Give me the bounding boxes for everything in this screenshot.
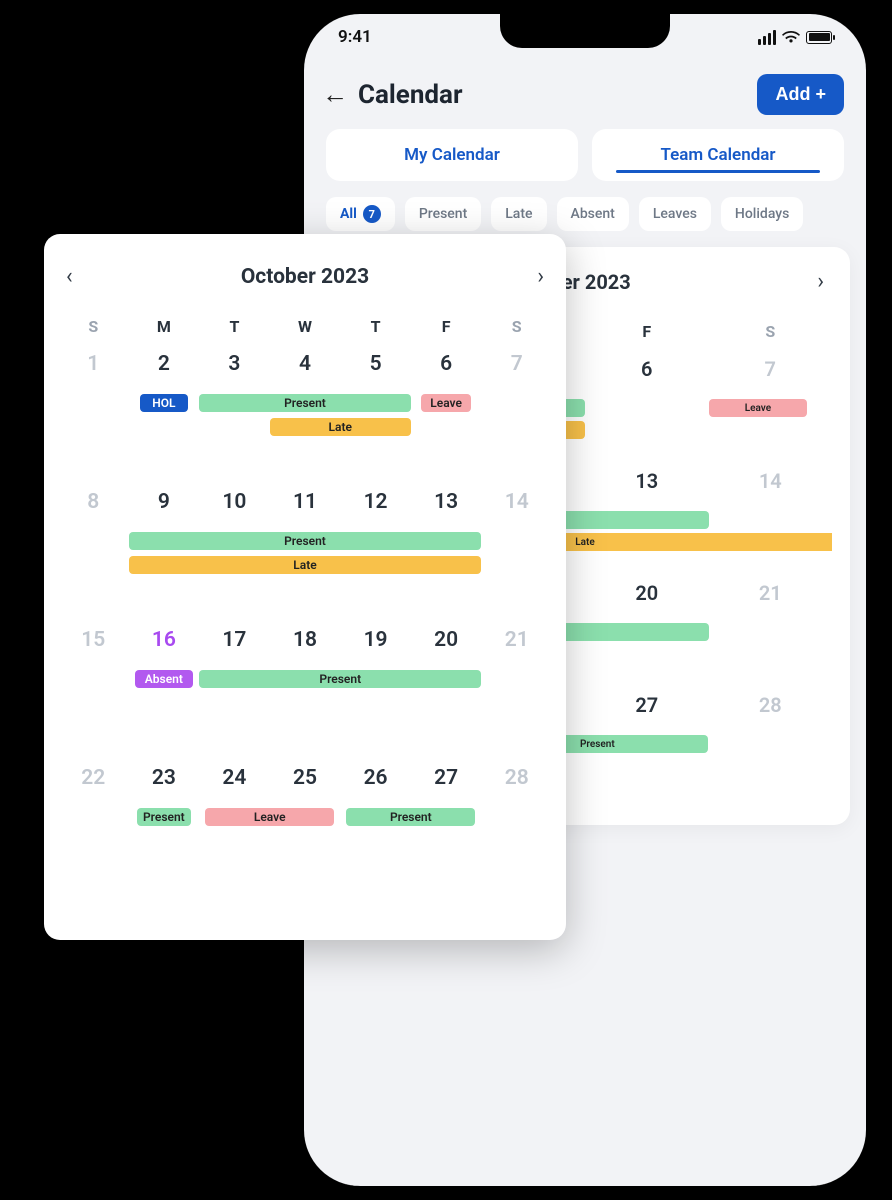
add-button[interactable]: Add + [757,74,844,115]
tag-present: Present [346,808,475,826]
tag-late: Late [129,556,482,574]
chip-all[interactable]: All 7 [326,197,395,231]
tag-present: Present [129,532,482,550]
chip-holidays[interactable]: Holidays [721,197,803,231]
next-month-icon[interactable]: › [809,265,832,298]
calendar-card: ‹ October 2023 › S M T W T F S 1 2 3 4 5… [44,234,566,940]
tag-late: Late [270,418,411,436]
chip-late[interactable]: Late [491,197,546,231]
chip-absent[interactable]: Absent [557,197,629,231]
status-time: 9:41 [338,27,372,47]
tag-absent: Absent [135,670,194,688]
prev-month-icon[interactable]: ‹ [58,260,81,293]
tag-present: Present [199,394,411,412]
tag-leave: Leave [205,808,334,826]
tab-team-calendar[interactable]: Team Calendar [592,129,844,181]
chip-all-badge: 7 [363,205,381,223]
app-header: ← Calendar Add + [304,60,866,129]
chip-present[interactable]: Present [405,197,481,231]
signal-icon [758,30,776,45]
calendar-grid: S M T W T F S 1 2 3 4 5 6 7 HOL Present … [58,311,552,894]
tab-my-calendar[interactable]: My Calendar [326,129,578,181]
wifi-icon [782,30,800,44]
next-month-icon[interactable]: › [529,260,552,293]
battery-icon [806,31,832,44]
tag-present: Present [199,670,481,688]
phone-notch [500,14,670,48]
tag-present: Present [137,808,192,826]
chip-leaves[interactable]: Leaves [639,197,711,231]
month-label: October 2023 [241,265,369,289]
tag-leave: Leave [421,394,472,412]
calendar-tabs: My Calendar Team Calendar [304,129,866,191]
tag-holiday: HOL [140,394,189,412]
back-icon[interactable]: ← [322,82,348,108]
app-title: Calendar [358,80,463,110]
